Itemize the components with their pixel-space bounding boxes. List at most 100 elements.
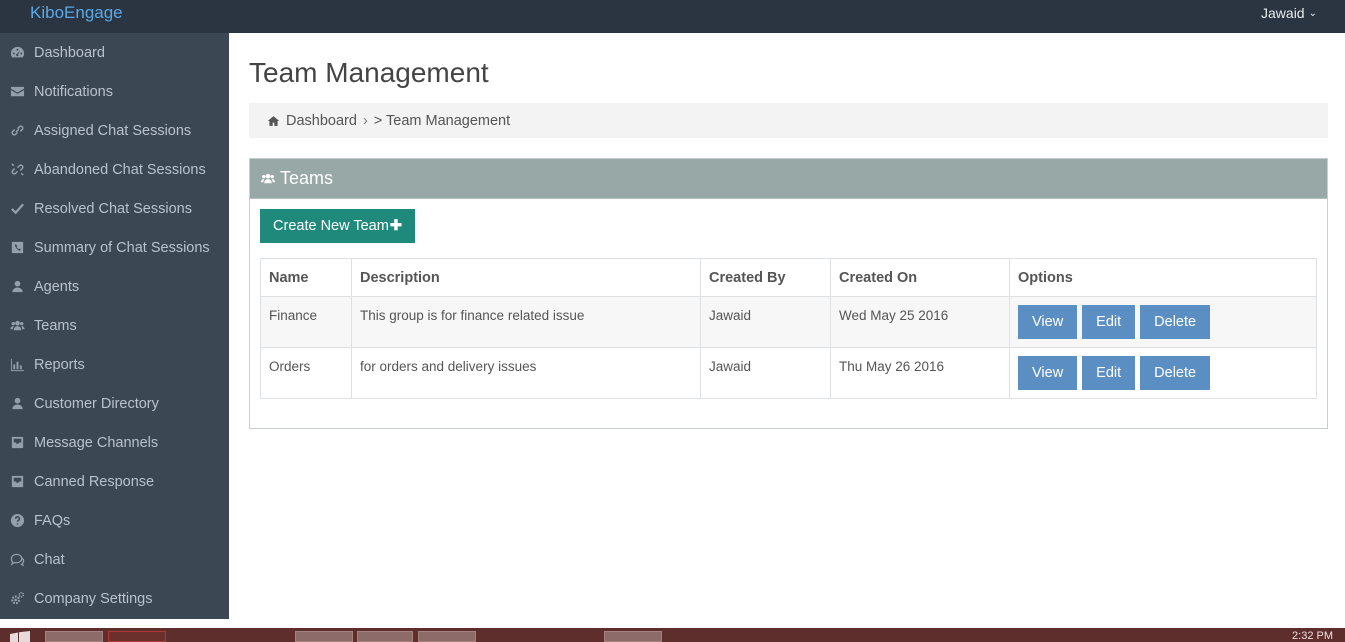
view-button[interactable]: View [1018, 356, 1078, 390]
teams-table: Name Description Created By Created On O… [260, 258, 1317, 399]
taskbar-app-icon[interactable] [604, 631, 662, 642]
panel-title: Teams [280, 168, 334, 188]
column-header-description: Description [351, 258, 701, 297]
sidebar-item-label: Chat [34, 551, 65, 568]
sidebar-item-teams[interactable]: Teams [0, 306, 229, 345]
home-icon [267, 115, 280, 126]
sidebar: Dashboard Notifications Assigned Chat Se… [0, 33, 229, 619]
check-icon [10, 201, 34, 216]
edit-button[interactable]: Edit [1082, 305, 1136, 339]
taskbar-app-icon[interactable] [357, 631, 413, 642]
sidebar-item-label: Notifications [34, 83, 113, 100]
teams-panel: Teams Create New Team ✚ Name Description… [249, 158, 1328, 429]
sidebar-item-summary-of-chat-sessions[interactable]: Summary of Chat Sessions [0, 228, 229, 267]
sidebar-item-label: Agents [34, 278, 80, 295]
sidebar-item-canned-response[interactable]: Canned Response [0, 462, 229, 501]
bar-chart-icon [10, 357, 34, 372]
view-button[interactable]: View [1018, 305, 1078, 339]
taskbar-app-icon[interactable] [295, 631, 353, 642]
cell-created-by: Jawaid [700, 296, 831, 348]
cell-options: View Edit Delete [1009, 347, 1317, 399]
users-icon [260, 171, 276, 186]
column-header-created-by: Created By [700, 258, 831, 297]
table-header-row: Name Description Created By Created On O… [260, 258, 1317, 297]
breadcrumb-separator: › [362, 112, 368, 129]
cell-name: Orders [260, 347, 352, 399]
sidebar-item-assigned-chat-sessions[interactable]: Assigned Chat Sessions [0, 111, 229, 150]
edit-button[interactable]: Edit [1082, 356, 1136, 390]
user-name: Jawaid [1261, 5, 1305, 21]
user-icon [10, 396, 34, 411]
top-navbar: KiboEngage Jawaid ⌄ [0, 0, 1345, 33]
breadcrumb-home-link[interactable]: Dashboard [267, 113, 357, 129]
sidebar-item-label: Summary of Chat Sessions [34, 239, 210, 256]
cogs-icon [10, 591, 34, 606]
sidebar-item-label: Company Settings [34, 590, 153, 607]
column-header-created-on: Created On [830, 258, 1010, 297]
teams-panel-header: Teams [250, 159, 1327, 199]
page-title: Team Management [249, 57, 489, 88]
chevron-down-icon: ⌄ [1308, 7, 1317, 19]
question-icon [10, 513, 34, 528]
taskbar-app-icon[interactable] [244, 631, 284, 642]
breadcrumb: Dashboard › > Team Management [249, 103, 1328, 138]
window-bottom-edge [0, 619, 1345, 628]
sidebar-item-label: Canned Response [34, 473, 155, 490]
envelope-icon [10, 84, 34, 99]
delete-button[interactable]: Delete [1140, 356, 1211, 390]
windows-start-icon[interactable] [8, 631, 32, 642]
sidebar-item-abandoned-chat-sessions[interactable]: Abandoned Chat Sessions [0, 150, 229, 189]
os-taskbar: 2:32 PM [0, 628, 1345, 642]
cell-description: for orders and delivery issues [351, 347, 701, 399]
cell-created-by: Jawaid [700, 347, 831, 399]
sidebar-item-label: Customer Directory [34, 395, 159, 412]
inbox-icon [10, 474, 34, 489]
phone-icon [10, 240, 34, 255]
brand-logo[interactable]: KiboEngage [30, 3, 123, 23]
taskbar-clock: 2:32 PM [1292, 630, 1333, 642]
table-row: Finance This group is for finance relate… [260, 296, 1317, 348]
sidebar-item-faqs[interactable]: FAQs [0, 501, 229, 540]
breadcrumb-current: > Team Management [373, 112, 511, 129]
cell-created-on: Wed May 25 2016 [830, 296, 1010, 348]
taskbar-app-icon[interactable] [555, 631, 585, 642]
taskbar-app-icon[interactable] [490, 631, 530, 642]
sidebar-item-label: Dashboard [34, 44, 105, 61]
sidebar-item-chat[interactable]: Chat [0, 540, 229, 579]
sidebar-item-company-settings[interactable]: Company Settings [0, 579, 229, 618]
table-row: Orders for orders and delivery issues Ja… [260, 347, 1317, 399]
users-icon [10, 318, 34, 333]
sidebar-item-resolved-chat-sessions[interactable]: Resolved Chat Sessions [0, 189, 229, 228]
dashboard-icon [10, 45, 34, 60]
cell-options: View Edit Delete [1009, 296, 1317, 348]
cell-name: Finance [260, 296, 352, 348]
create-new-team-button[interactable]: Create New Team ✚ [260, 209, 415, 243]
comments-icon [10, 552, 34, 567]
sidebar-item-reports[interactable]: Reports [0, 345, 229, 384]
sidebar-item-message-channels[interactable]: Message Channels [0, 423, 229, 462]
sidebar-item-dashboard[interactable]: Dashboard [0, 33, 229, 72]
link-icon [10, 123, 34, 138]
unlink-icon [10, 162, 34, 177]
taskbar-app-icon[interactable] [180, 631, 220, 642]
sidebar-item-customer-directory[interactable]: Customer Directory [0, 384, 229, 423]
user-icon [10, 279, 34, 294]
main-content: Team Management Dashboard › > Team Manag… [229, 33, 1345, 619]
taskbar-app-icon[interactable] [418, 631, 476, 642]
plus-icon: ✚ [389, 218, 402, 234]
delete-button[interactable]: Delete [1140, 305, 1211, 339]
sidebar-item-label: Message Channels [34, 434, 159, 451]
sidebar-item-notifications[interactable]: Notifications [0, 72, 229, 111]
taskbar-app-icon[interactable] [45, 631, 103, 642]
user-menu[interactable]: Jawaid ⌄ [1261, 5, 1317, 21]
breadcrumb-home-label: Dashboard [286, 112, 357, 129]
sidebar-item-label: FAQs [34, 512, 71, 529]
cell-created-on: Thu May 26 2016 [830, 347, 1010, 399]
sidebar-item-label: Reports [34, 356, 85, 373]
cell-description: This group is for finance related issue [351, 296, 701, 348]
sidebar-item-agents[interactable]: Agents [0, 267, 229, 306]
column-header-name: Name [260, 258, 352, 297]
sidebar-item-label: Assigned Chat Sessions [34, 122, 192, 139]
sidebar-item-label: Resolved Chat Sessions [34, 200, 192, 217]
taskbar-app-icon[interactable] [108, 631, 166, 642]
